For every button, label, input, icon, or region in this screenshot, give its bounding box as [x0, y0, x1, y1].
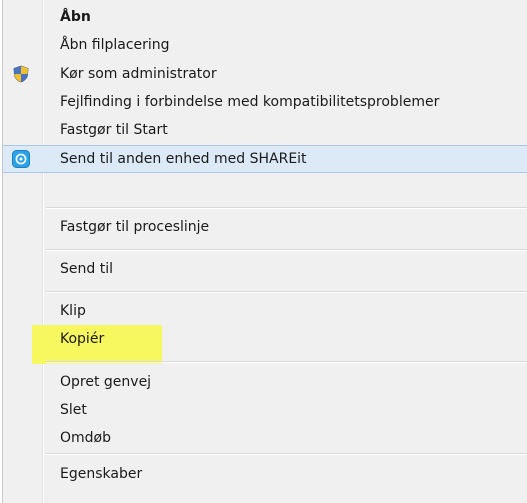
- menu-item-label: Egenskaber: [60, 466, 143, 482]
- menu-item-cut[interactable]: Klip: [3, 297, 527, 325]
- menu-item-properties[interactable]: Egenskaber: [3, 460, 527, 488]
- menu-item-label: Fastgør til Start: [60, 122, 168, 138]
- menu-item-pin-to-start[interactable]: Fastgør til Start: [3, 116, 527, 144]
- menu-item-label: Fastgør til proceslinje: [60, 219, 210, 235]
- menu-item-copy[interactable]: Kopiér: [3, 325, 527, 353]
- menu-item-label: Send til: [60, 261, 113, 277]
- menu-separator: [46, 361, 527, 363]
- menu-item-label: Omdøb: [60, 430, 111, 446]
- menu-item-label: Fejlfinding i forbindelse med kompatibil…: [60, 94, 440, 110]
- menu-item-label: Åbn: [60, 9, 91, 25]
- menu-item-delete[interactable]: Slet: [3, 396, 527, 424]
- menu-separator: [46, 207, 527, 209]
- menu-item-label: Send til anden enhed med SHAREit: [60, 151, 307, 167]
- uac-shield-icon: [12, 65, 30, 83]
- menu-item-open-file-location[interactable]: Åbn filplacering: [3, 31, 527, 59]
- shareit-icon: [12, 150, 30, 168]
- menu-item-open[interactable]: Åbn: [3, 3, 527, 31]
- menu-item-label: Kør som administrator: [60, 66, 217, 82]
- menu-item-pin-to-taskbar[interactable]: Fastgør til proceslinje: [3, 213, 527, 241]
- menu-item-send-with-shareit[interactable]: Send til anden enhed med SHAREit: [3, 145, 527, 173]
- menu-item-rename[interactable]: Omdøb: [3, 424, 527, 452]
- menu-item-send-to[interactable]: Send til: [3, 255, 527, 283]
- menu-item-create-shortcut[interactable]: Opret genvej: [3, 368, 527, 396]
- menu-item-label: Slet: [60, 402, 87, 418]
- menu-item-label: Opret genvej: [60, 374, 152, 390]
- menu-item-compatibility-troubleshoot[interactable]: Fejlfinding i forbindelse med kompatibil…: [3, 88, 527, 116]
- menu-item-label: Åbn filplacering: [60, 37, 170, 53]
- menu-separator: [46, 249, 527, 251]
- menu-separator: [46, 453, 527, 455]
- menu-separator: [46, 291, 527, 293]
- menu-item-label: Kopiér: [60, 331, 105, 347]
- context-menu: Åbn Åbn filplacering Kør som administrat…: [0, 0, 527, 503]
- menu-item-label: Klip: [60, 303, 86, 319]
- menu-item-run-as-admin[interactable]: Kør som administrator: [3, 60, 527, 88]
